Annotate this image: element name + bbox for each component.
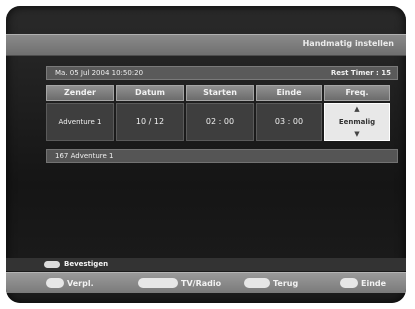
freq-selector[interactable]: ▲ Eenmalig ▼ bbox=[324, 103, 390, 141]
nav-row: Verpl. TV/Radio Terug Einde bbox=[6, 272, 406, 293]
tvradio-button-icon bbox=[138, 278, 178, 288]
down-arrow-icon[interactable]: ▼ bbox=[325, 131, 389, 138]
column-header-datum: Datum bbox=[116, 85, 184, 101]
channel-info-bar: 167 Adventure 1 bbox=[46, 149, 398, 163]
datum-field[interactable]: 10 / 12 bbox=[116, 103, 184, 141]
channel-info: 167 Adventure 1 bbox=[55, 152, 114, 160]
page-title: Handmatig instellen bbox=[302, 39, 394, 48]
title-bar: Handmatig instellen bbox=[6, 34, 406, 56]
ok-button-icon[interactable] bbox=[44, 261, 60, 268]
freq-value: Eenmalig bbox=[338, 118, 376, 126]
nav-move[interactable]: Verpl. bbox=[46, 277, 94, 289]
arrow-keys-icon bbox=[46, 278, 64, 288]
column-header-freq: Freq. bbox=[324, 85, 390, 101]
column-header-einde: Einde bbox=[256, 85, 322, 101]
footer: Bevestigen Verpl. TV/Radio Terug Einde bbox=[6, 258, 406, 293]
nav-exit-label: Einde bbox=[361, 278, 387, 288]
nav-back-label: Terug bbox=[273, 278, 299, 288]
back-button-icon bbox=[244, 278, 270, 288]
column-header-starten: Starten bbox=[186, 85, 254, 101]
nav-exit[interactable]: Einde bbox=[340, 277, 386, 289]
up-arrow-icon[interactable]: ▲ bbox=[325, 106, 389, 113]
column-header-zender: Zender bbox=[46, 85, 114, 101]
zender-field[interactable]: Adventure 1 bbox=[46, 103, 114, 141]
nav-tvradio[interactable]: TV/Radio bbox=[138, 277, 221, 289]
einde-field[interactable]: 03 : 00 bbox=[256, 103, 322, 141]
exit-button-icon bbox=[340, 278, 358, 288]
nav-back[interactable]: Terug bbox=[244, 277, 298, 289]
nav-move-label: Verpl. bbox=[67, 278, 94, 288]
rest-timer: Rest Timer : 15 bbox=[330, 69, 391, 77]
timer-setup-panel: Ma. 05 Jul 2004 10:50:20 Rest Timer : 15… bbox=[46, 66, 402, 172]
current-datetime: Ma. 05 Jul 2004 10:50:20 bbox=[55, 69, 144, 77]
nav-tvradio-label: TV/Radio bbox=[181, 278, 222, 288]
confirm-label: Bevestigen bbox=[64, 260, 109, 268]
datetime-row: Ma. 05 Jul 2004 10:50:20 Rest Timer : 15 bbox=[46, 66, 398, 80]
tv-screen: Handmatig instellen Ma. 05 Jul 2004 10:5… bbox=[6, 6, 406, 303]
confirm-row: Bevestigen bbox=[6, 258, 406, 271]
starten-field[interactable]: 02 : 00 bbox=[186, 103, 254, 141]
